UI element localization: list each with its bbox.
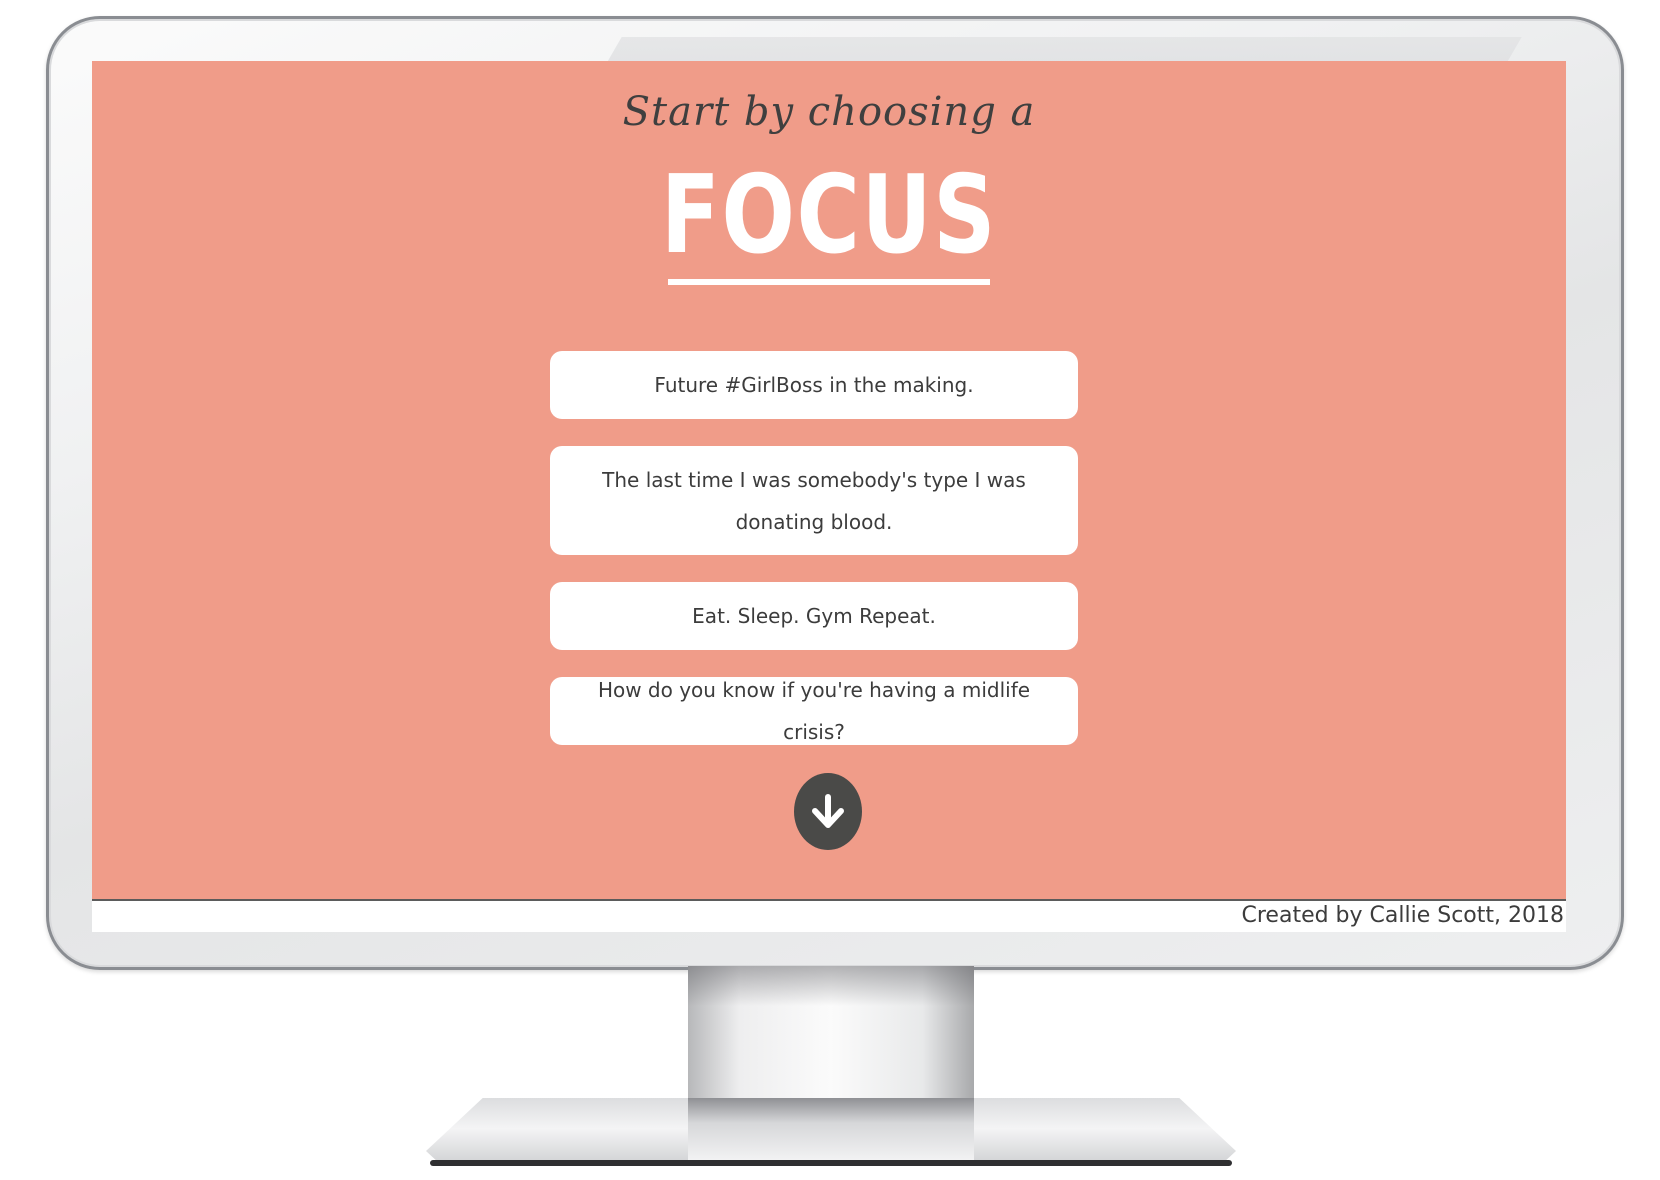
option-label: Eat. Sleep. Gym Repeat.	[692, 604, 936, 628]
focus-option-gym[interactable]: Eat. Sleep. Gym Repeat.	[550, 582, 1078, 650]
option-label: Future #GirlBoss in the making.	[654, 373, 974, 397]
focus-option-midlife-crisis[interactable]: How do you know if you're having a midli…	[550, 677, 1078, 745]
intro-heading: Start by choosing a	[622, 89, 1036, 135]
monitor-mockup: Start by choosing a FOCUS Future #GirlBo…	[0, 0, 1660, 1180]
stand-shadow	[688, 966, 974, 1006]
focus-option-donating-blood[interactable]: The last time I was somebody's type I wa…	[550, 446, 1078, 555]
focus-options-list: Future #GirlBoss in the making. The last…	[550, 351, 1078, 772]
stand-base-rim	[430, 1160, 1232, 1166]
arrow-down-circle-icon	[812, 793, 844, 828]
option-label: How do you know if you're having a midli…	[597, 678, 1031, 744]
focus-section: Start by choosing a FOCUS Future #GirlBo…	[92, 61, 1566, 901]
page-title: FOCUS	[660, 153, 998, 278]
title-underline	[668, 279, 990, 285]
option-label: The last time I was somebody's type I wa…	[602, 467, 1026, 534]
monitor-screen: Start by choosing a FOCUS Future #GirlBo…	[92, 61, 1566, 932]
scroll-down-button[interactable]	[794, 773, 862, 850]
focus-option-girlboss[interactable]: Future #GirlBoss in the making.	[550, 351, 1078, 419]
stand-neck-lower	[688, 1098, 974, 1160]
footer-credit: Created by Callie Scott, 2018	[1241, 903, 1565, 928]
